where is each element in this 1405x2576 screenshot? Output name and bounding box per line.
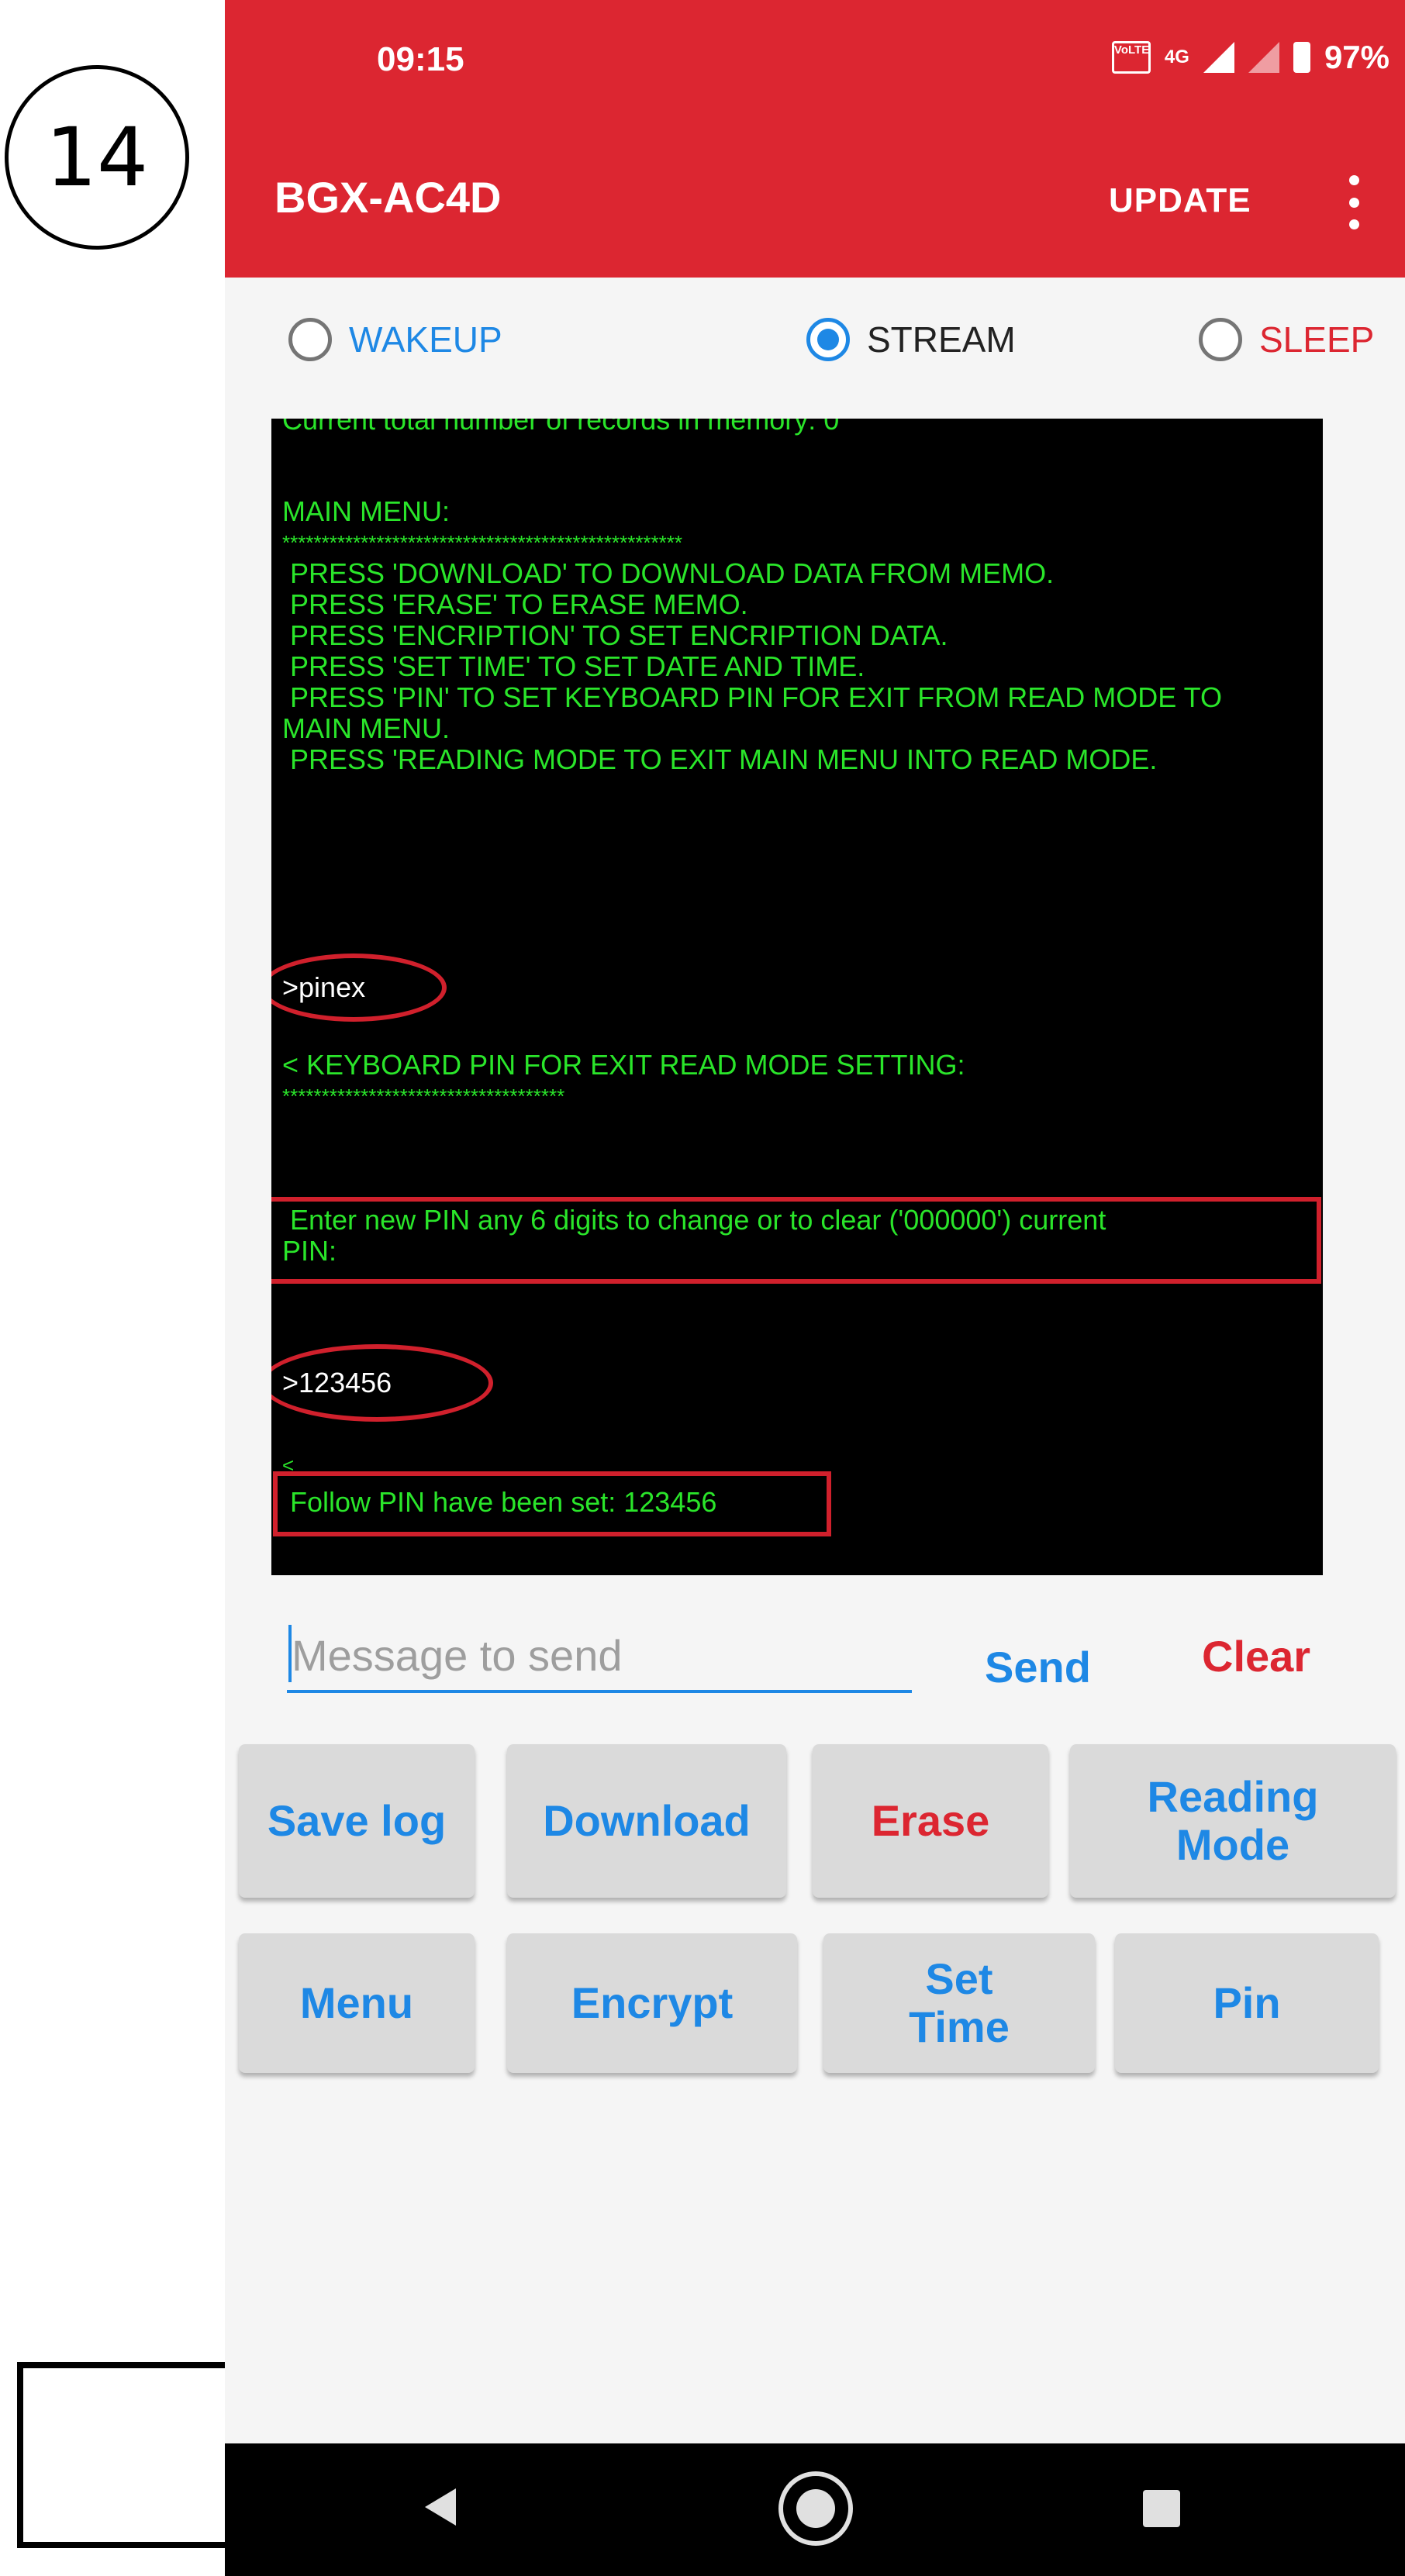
set-time-button[interactable]: Set Time [823, 1933, 1095, 2073]
home-icon[interactable] [778, 2471, 853, 2546]
menu-button[interactable]: Menu [239, 1933, 475, 2073]
radio-wakeup[interactable]: WAKEUP [288, 318, 502, 361]
system-nav-bar [225, 2443, 1405, 2576]
radio-sleep-label: SLEEP [1259, 319, 1375, 360]
radio-sleep[interactable]: SLEEP [1199, 318, 1374, 361]
send-button[interactable]: Send [985, 1642, 1091, 1692]
recent-apps-icon[interactable] [1143, 2490, 1180, 2527]
app-title: BGX-AC4D [274, 173, 502, 222]
radio-unchecked-icon [1199, 318, 1242, 361]
terminal-line: PRESS 'ENCRIPTION' TO SET ENCRIPTION DAT… [282, 619, 948, 651]
terminal-line: PRESS 'ERASE' TO ERASE MEMO. [282, 588, 748, 620]
text-cursor [288, 1625, 292, 1682]
signal-secondary-icon [1248, 42, 1279, 73]
terminal-line: PIN: [282, 1235, 337, 1267]
terminal-line: PRESS 'READING MODE TO EXIT MAIN MENU IN… [282, 743, 1158, 775]
clear-button[interactable]: Clear [1202, 1631, 1310, 1681]
radio-stream-label: STREAM [867, 319, 1016, 360]
update-button[interactable]: UPDATE [1109, 181, 1251, 220]
terminal-line: Current total number of records in memor… [282, 419, 840, 436]
terminal-input-echo: >123456 [282, 1367, 392, 1398]
battery-level: 97% [1324, 39, 1389, 75]
terminal-line: PRESS 'DOWNLOAD' TO DOWNLOAD DATA FROM M… [282, 557, 1055, 589]
terminal-line: PRESS 'PIN' TO SET KEYBOARD PIN FOR EXIT… [282, 681, 1222, 713]
network-type-icon: 4G [1164, 47, 1189, 67]
radio-wakeup-label: WAKEUP [349, 319, 502, 360]
radio-unchecked-icon [288, 318, 332, 361]
terminal-log[interactable]: Current total number of records in memor… [271, 419, 1323, 1575]
terminal-line: ************************************ [282, 1085, 565, 1108]
pin-button[interactable]: Pin [1115, 1933, 1379, 2073]
status-icons: VoLTE 4G 97% [1111, 39, 1389, 76]
signal-icon [1203, 42, 1234, 73]
back-icon[interactable] [425, 2488, 456, 2526]
terminal-line: < KEYBOARD PIN FOR EXIT READ MODE SETTIN… [282, 1049, 965, 1081]
terminal-line: MAIN MENU. [282, 712, 450, 744]
step-number-badge: 14 [5, 65, 189, 250]
erase-button[interactable]: Erase [813, 1744, 1048, 1898]
terminal-line: Follow PIN have been set: 123456 [282, 1486, 717, 1518]
mode-radio-group: WAKEUP STREAM SLEEP [225, 318, 1405, 388]
terminal-line: Enter new PIN any 6 digits to change or … [282, 1204, 1106, 1236]
encrypt-button[interactable]: Encrypt [507, 1933, 797, 2073]
download-button[interactable]: Download [507, 1744, 786, 1898]
message-input[interactable] [287, 1620, 912, 1693]
volte-icon: VoLTE [1111, 41, 1151, 74]
radio-stream[interactable]: STREAM [806, 318, 1016, 361]
save-log-button[interactable]: Save log [239, 1744, 475, 1898]
terminal-line: ****************************************… [282, 531, 683, 554]
phone-screen: 09:15 VoLTE 4G 97% BGX-AC4D UPDATE WAKEU… [225, 0, 1405, 2576]
status-time: 09:15 [377, 40, 464, 78]
terminal-line: MAIN MENU: [282, 495, 450, 527]
app-bar: 09:15 VoLTE 4G 97% BGX-AC4D UPDATE [225, 0, 1405, 278]
reading-mode-button[interactable]: Reading Mode [1070, 1744, 1396, 1898]
radio-checked-icon [806, 318, 850, 361]
terminal-line: PRESS 'SET TIME' TO SET DATE AND TIME. [282, 650, 865, 682]
more-vert-icon[interactable] [1345, 175, 1363, 229]
terminal-input-echo: >pinex [282, 971, 366, 1003]
battery-icon [1293, 42, 1310, 73]
